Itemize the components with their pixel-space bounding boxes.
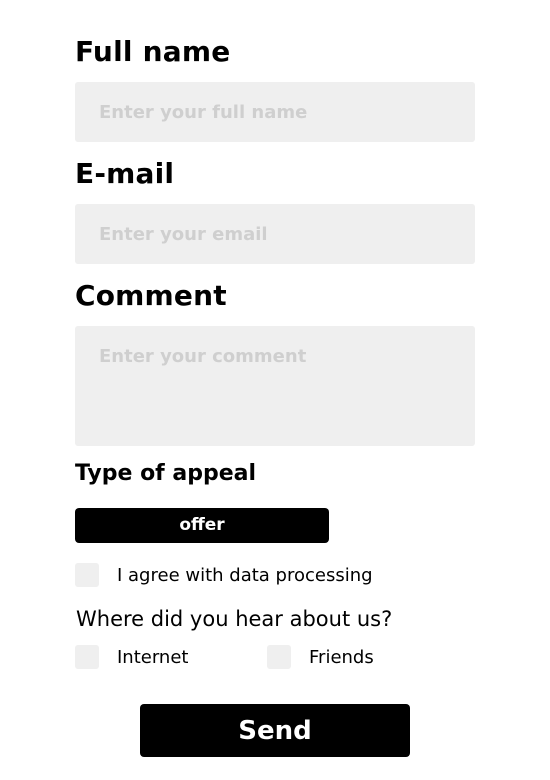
friends-checkbox[interactable] bbox=[267, 645, 291, 669]
source-question: Where did you hear about us? bbox=[76, 607, 393, 631]
comment-label: Comment bbox=[75, 279, 227, 312]
source-option-internet[interactable]: Internet bbox=[75, 645, 188, 669]
email-label: E-mail bbox=[75, 157, 175, 190]
comment-textarea[interactable] bbox=[75, 326, 475, 446]
source-option-friends[interactable]: Friends bbox=[267, 645, 374, 669]
appeal-type-label: Type of appeal bbox=[75, 461, 257, 486]
agree-checkbox-row[interactable]: I agree with data processing bbox=[75, 563, 373, 587]
agree-checkbox[interactable] bbox=[75, 563, 99, 587]
internet-checkbox[interactable] bbox=[75, 645, 99, 669]
full-name-input[interactable] bbox=[75, 82, 475, 142]
appeal-type-select[interactable]: offer bbox=[75, 508, 329, 543]
full-name-label: Full name bbox=[75, 35, 231, 68]
send-button[interactable]: Send bbox=[140, 704, 410, 757]
internet-label: Internet bbox=[117, 646, 189, 668]
email-input[interactable] bbox=[75, 204, 475, 264]
friends-label: Friends bbox=[309, 646, 374, 668]
agree-label: I agree with data processing bbox=[117, 564, 373, 586]
